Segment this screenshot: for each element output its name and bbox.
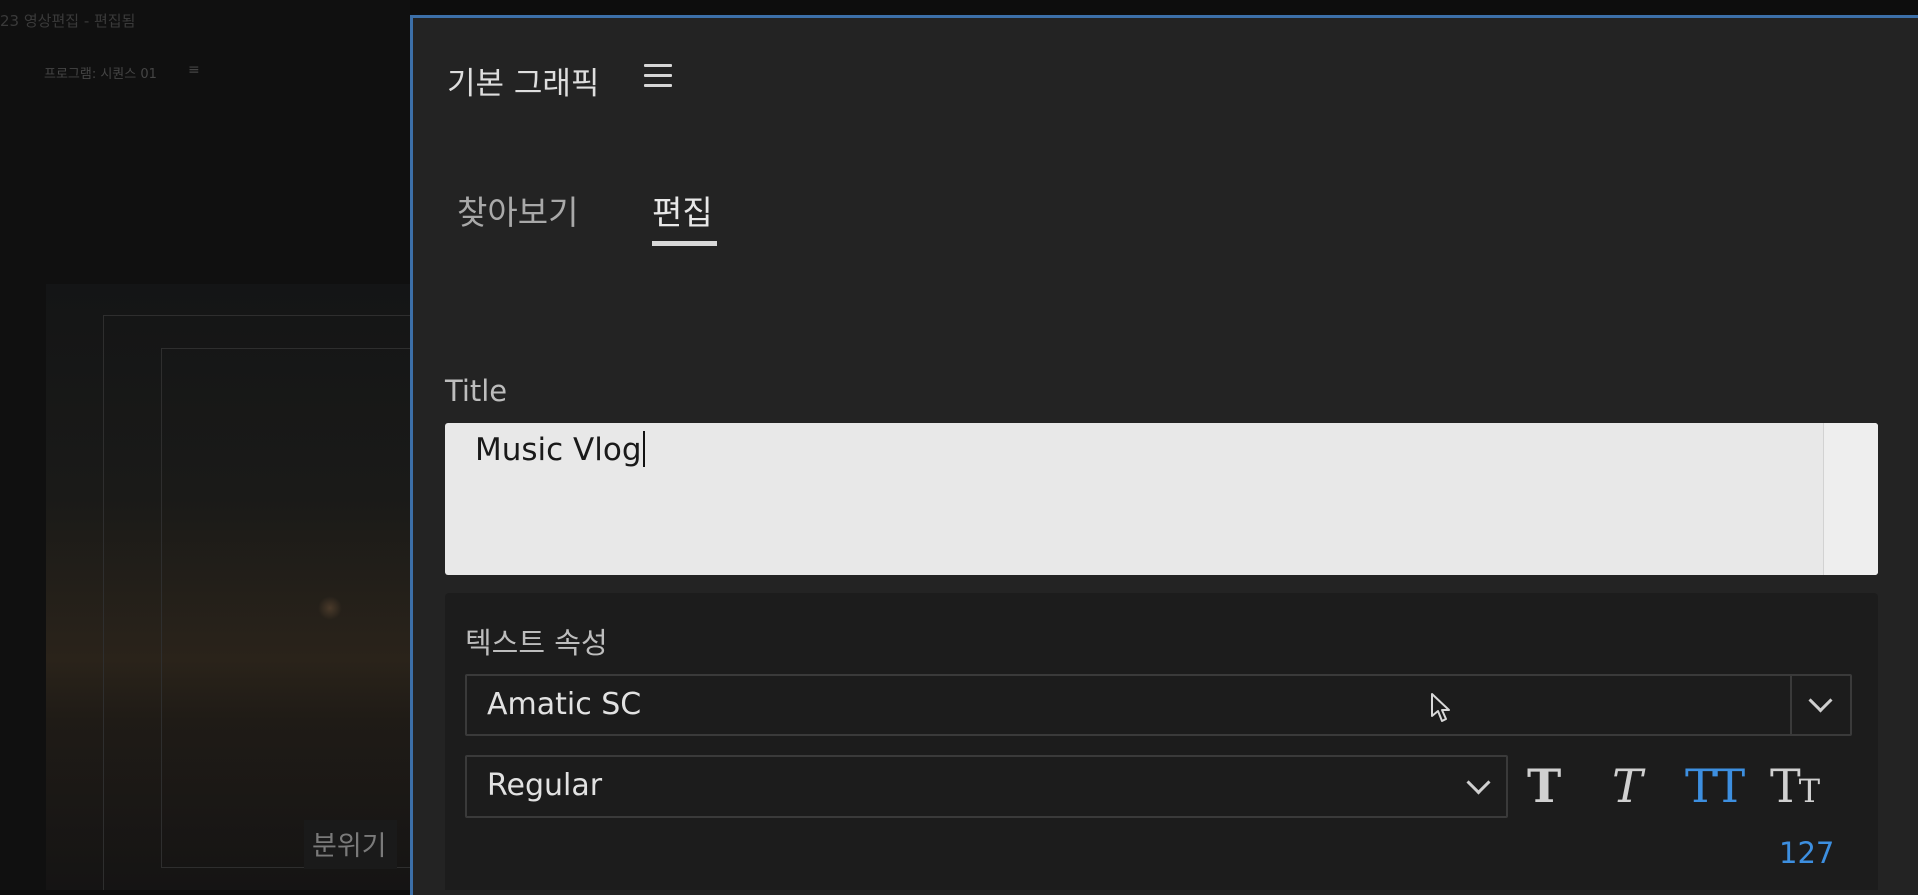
text-properties-title: 텍스트 속성	[465, 626, 608, 660]
program-monitor: 23 영상편집 - 편집됨 프로그램: 시퀀스 01 ≡ 분위기	[0, 0, 410, 890]
title-field-label: Title	[445, 374, 508, 408]
program-menu-icon[interactable]: ≡	[188, 62, 200, 78]
mouse-cursor-icon	[1431, 693, 1450, 722]
tab-browse[interactable]: 찾아보기	[457, 186, 578, 234]
video-figure	[318, 596, 342, 620]
font-style-dropdown[interactable]: Regular	[465, 755, 1508, 818]
tab-edit[interactable]: 편집	[652, 186, 713, 234]
font-family-value: Amatic SC	[487, 687, 642, 722]
all-caps-button[interactable]: TT	[1685, 760, 1745, 812]
active-tab-indicator	[652, 241, 717, 246]
font-dropdown-button[interactable]	[1790, 676, 1850, 734]
video-caption: 분위기	[304, 820, 397, 869]
font-family-dropdown[interactable]: Amatic SC	[465, 674, 1852, 736]
title-safe-guide	[161, 348, 410, 868]
text-caret	[642, 431, 645, 467]
input-scrollbar[interactable]	[1823, 423, 1878, 575]
font-size-value[interactable]: 127	[1779, 836, 1834, 870]
chevron-down-icon	[1808, 688, 1833, 713]
program-monitor-label[interactable]: 프로그램: 시퀀스 01	[44, 63, 157, 82]
panel-title: 기본 그래픽	[447, 66, 600, 102]
faux-italic-button[interactable]: T	[1612, 760, 1643, 812]
font-style-value: Regular	[487, 768, 603, 803]
text-properties-section	[445, 593, 1878, 890]
faux-bold-button[interactable]: T	[1527, 760, 1561, 812]
title-text-input[interactable]: Music Vlog	[445, 423, 1878, 575]
chevron-down-icon	[1466, 770, 1491, 795]
hamburger-icon[interactable]	[644, 64, 672, 90]
small-caps-button[interactable]: TT	[1770, 760, 1820, 817]
project-title: 23 영상편집 - 편집됨	[0, 12, 136, 30]
title-text-value: Music Vlog	[475, 432, 642, 468]
